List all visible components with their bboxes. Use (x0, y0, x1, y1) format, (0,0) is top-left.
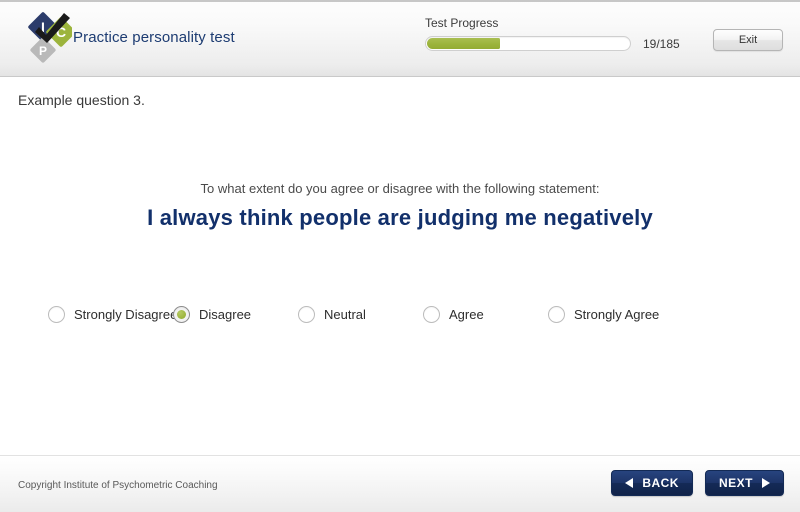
arrow-left-icon (625, 478, 634, 488)
test-progress: Test Progress 19/185 (425, 16, 715, 51)
practice-test-page: I P C Practice personality test Test Pro… (0, 0, 800, 512)
ipc-diamond-check-logo-svg: I P C (28, 12, 72, 63)
answer-option-label: Strongly Disagree (74, 307, 178, 322)
progress-bar (425, 36, 631, 51)
exit-button[interactable]: Exit (713, 29, 783, 51)
ipc-logo: I P C (14, 10, 72, 66)
page-footer: Copyright Institute of Psychometric Coac… (0, 455, 800, 512)
page-title: Practice personality test (73, 29, 235, 46)
answer-option-label: Disagree (199, 307, 252, 322)
answer-option[interactable]: Neutral (298, 306, 423, 323)
navigation-buttons: BACK NEXT (611, 470, 784, 496)
radio-button[interactable] (423, 306, 440, 323)
question-prompt: To what extent do you agree or disagree … (200, 181, 600, 196)
question-area: Example question 3. To what extent do yo… (0, 78, 800, 455)
question-index-label: Example question 3. (18, 92, 145, 108)
answer-option-label: Agree (449, 307, 484, 322)
svg-text:P: P (39, 44, 47, 58)
question-statement: I always think people are judging me neg… (147, 205, 653, 230)
answer-option-label: Neutral (324, 307, 366, 322)
answer-options: Strongly Disagree Disagree Neutral Agree Str… (48, 306, 758, 323)
radio-button-selected[interactable] (173, 306, 190, 323)
answer-option[interactable]: Agree (423, 306, 548, 323)
progress-count: 19/185 (643, 36, 680, 51)
progress-row: 19/185 (425, 36, 715, 51)
back-button-label: BACK (642, 476, 679, 490)
radio-button[interactable] (548, 306, 565, 323)
next-button[interactable]: NEXT (704, 470, 784, 496)
next-button-label: NEXT (718, 476, 753, 490)
progress-label: Test Progress (425, 16, 499, 30)
answer-option[interactable]: Strongly Disagree (48, 306, 177, 323)
back-button[interactable]: BACK (611, 470, 693, 496)
radio-button[interactable] (48, 306, 65, 323)
arrow-right-icon (762, 478, 770, 488)
radio-button[interactable] (298, 306, 315, 323)
answer-option-label: Strongly Agree (574, 307, 660, 322)
progress-bar-fill (427, 38, 501, 49)
answer-option[interactable]: Disagree (173, 306, 298, 323)
answer-option[interactable]: Strongly Agree (548, 306, 673, 323)
copyright-text: Copyright Institute of Psychometric Coac… (18, 480, 218, 491)
page-header: I P C Practice personality test Test Pro… (0, 0, 800, 77)
